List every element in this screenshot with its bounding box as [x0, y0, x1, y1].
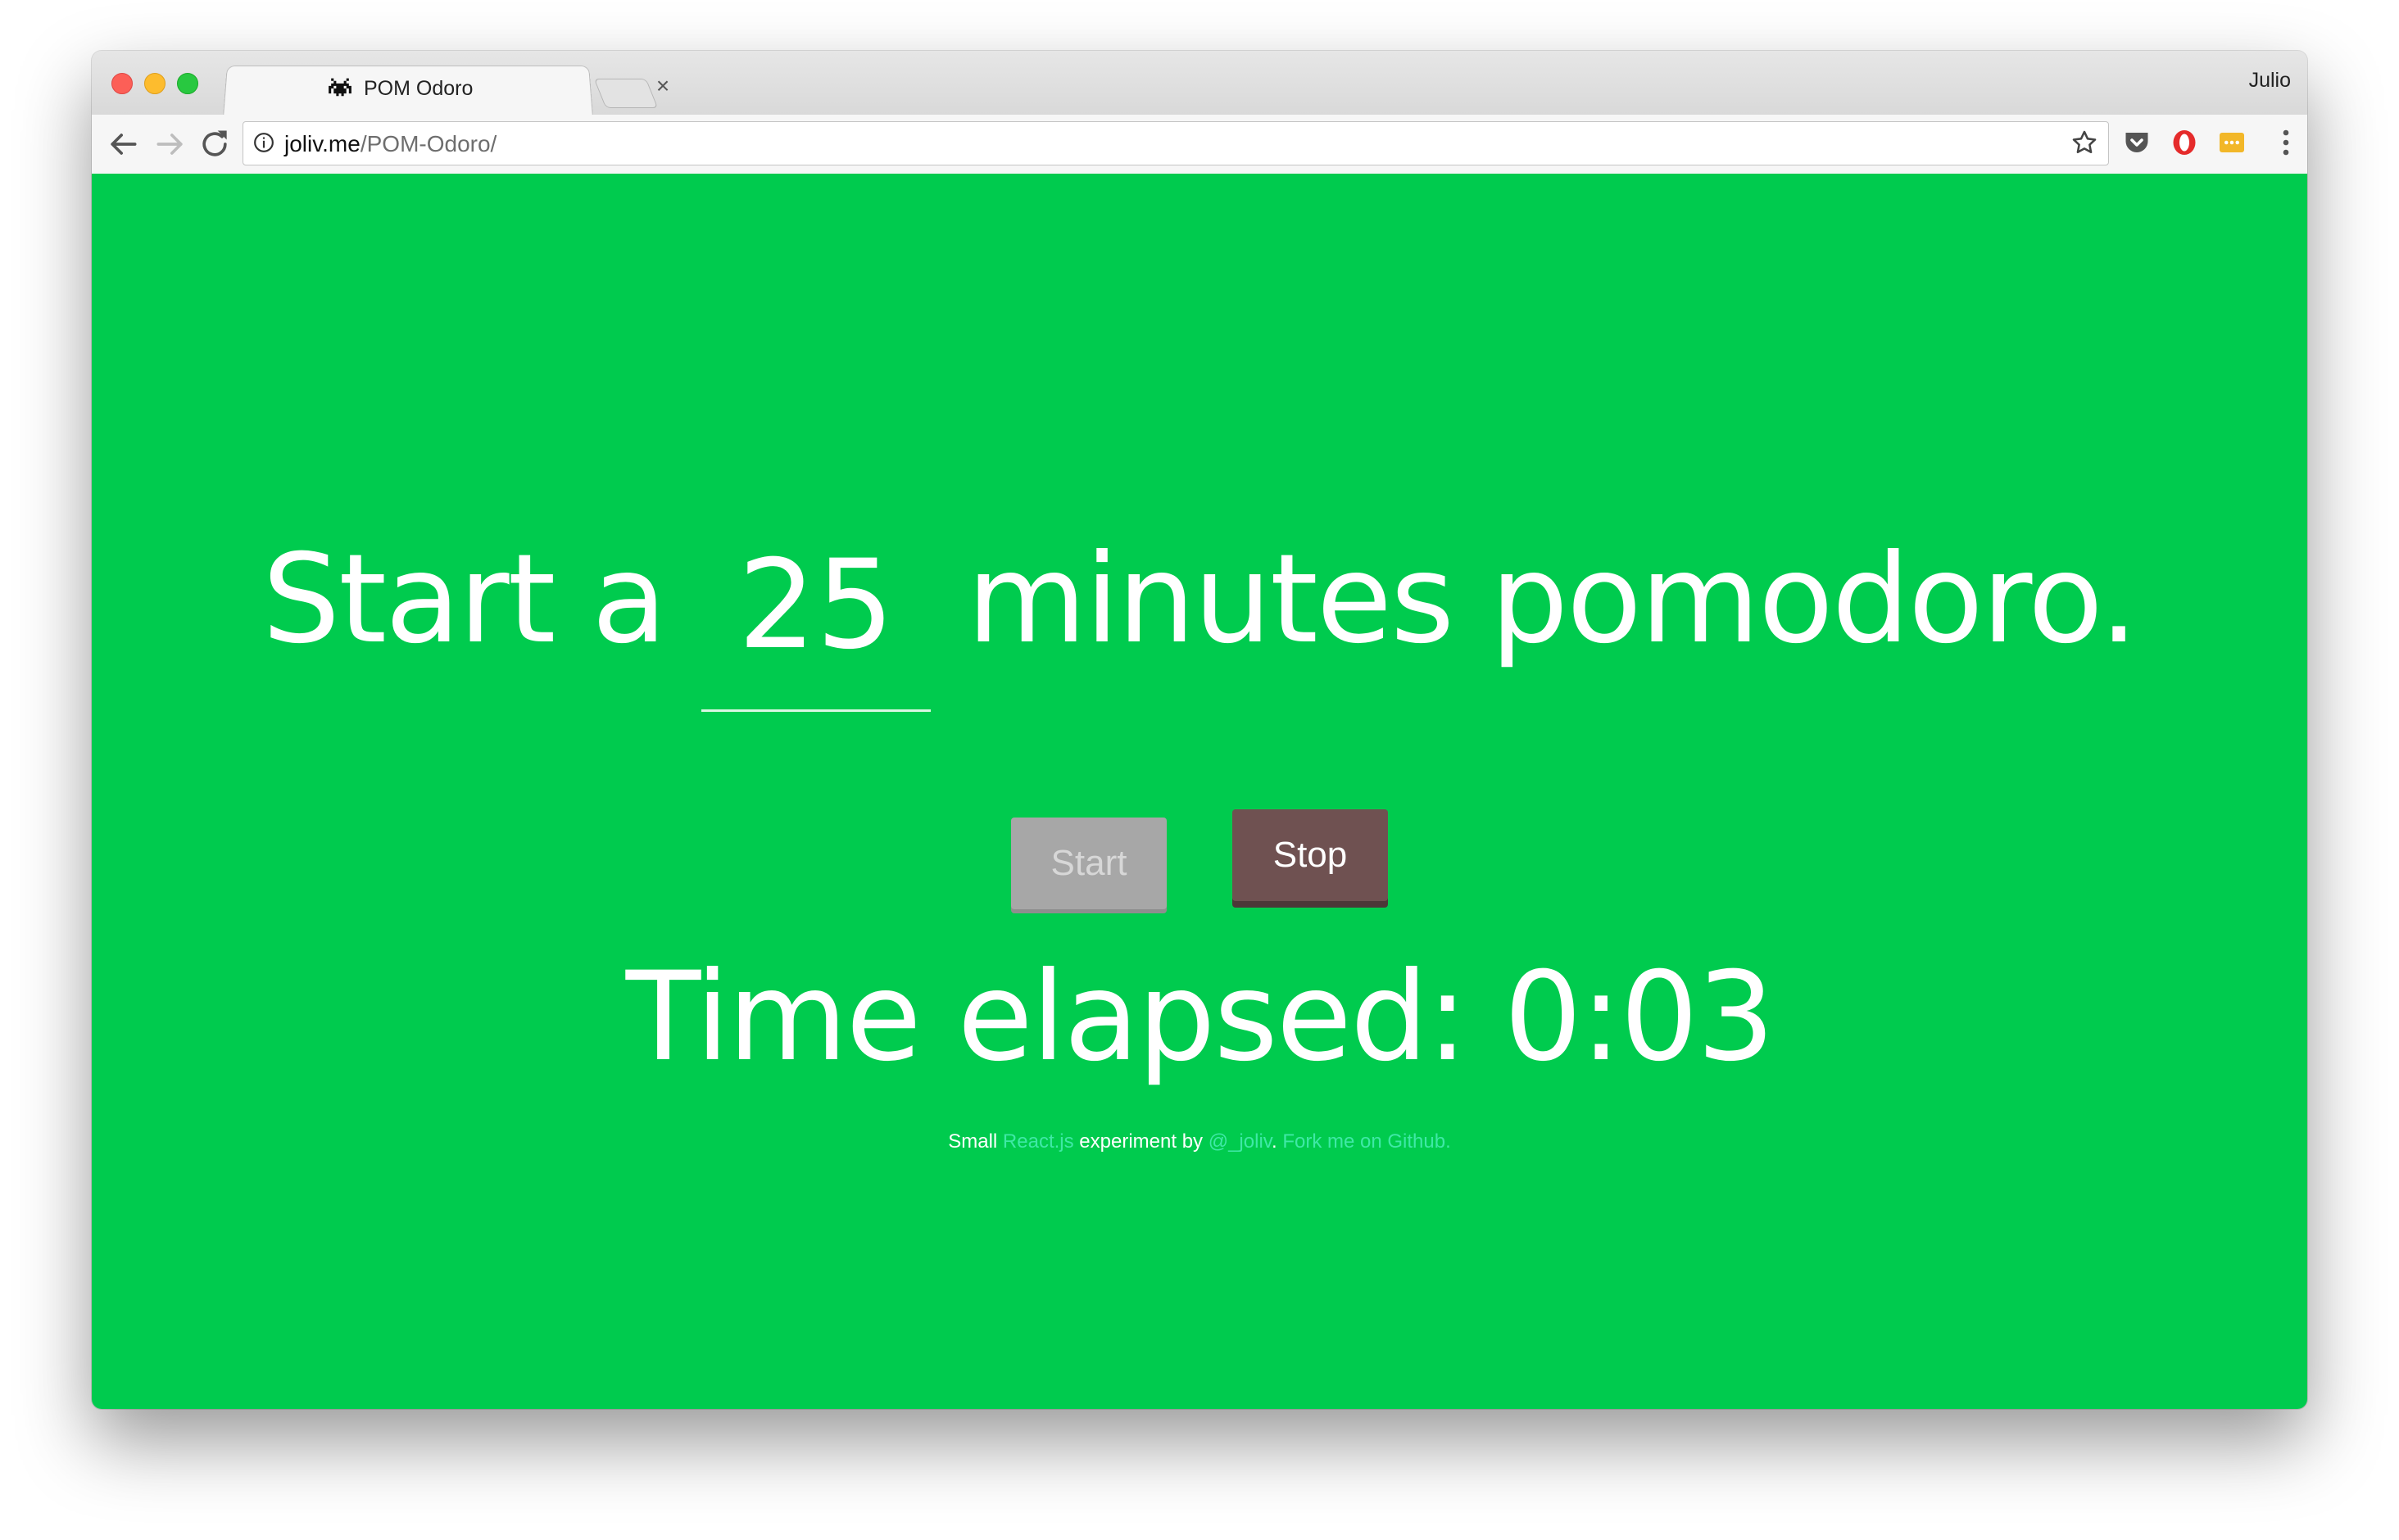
- time-elapsed-value: 0:03: [1503, 946, 1775, 1089]
- maximize-window-button[interactable]: [177, 73, 198, 94]
- bookmark-star-icon[interactable]: [2070, 129, 2098, 156]
- profile-name[interactable]: Julio: [2249, 69, 2291, 93]
- back-arrow-icon[interactable]: [105, 126, 141, 162]
- opera-extension-icon[interactable]: [2170, 128, 2199, 157]
- tab-close-icon[interactable]: ×: [652, 74, 673, 98]
- time-elapsed-label: Time elapsed:: [625, 946, 1468, 1089]
- forward-arrow-icon[interactable]: [152, 126, 188, 162]
- react-link[interactable]: React.js: [1003, 1130, 1074, 1153]
- pocket-extension-icon[interactable]: [2122, 128, 2152, 157]
- title-bar: POM Odoro × Julio: [92, 51, 2307, 117]
- minimize-window-button[interactable]: [144, 73, 166, 94]
- kebab-menu-icon[interactable]: [2281, 128, 2291, 157]
- headline: Start aminutes pomodoro.: [92, 534, 2307, 712]
- github-fork-link[interactable]: Fork me on Github.: [1282, 1130, 1450, 1153]
- browser-window: POM Odoro × Julio joliv.me/POM-Odoro/ St…: [92, 51, 2307, 1409]
- stop-button[interactable]: Stop: [1232, 809, 1388, 901]
- browser-toolbar: joliv.me/POM-Odoro/: [92, 115, 2307, 174]
- reload-icon[interactable]: [197, 126, 233, 162]
- credits-small: Small: [948, 1130, 998, 1153]
- minutes-input[interactable]: [701, 534, 932, 712]
- address-bar[interactable]: joliv.me/POM-Odoro/: [243, 121, 2109, 165]
- credits-experiment-by: experiment by: [1079, 1130, 1204, 1153]
- tab-title: POM Odoro: [364, 77, 474, 100]
- info-icon[interactable]: [253, 132, 274, 153]
- url-text[interactable]: joliv.me/POM-Odoro/: [284, 131, 497, 157]
- ellipsis-extension-icon[interactable]: [2217, 128, 2247, 157]
- start-button[interactable]: Start: [1011, 818, 1167, 909]
- headline-suffix: minutes pomodoro.: [967, 528, 2138, 671]
- credits-separator: .: [1272, 1130, 1277, 1153]
- author-link[interactable]: @_joliv: [1209, 1130, 1272, 1153]
- pomodoro-page: Start aminutes pomodoro. Start Stop Time…: [92, 174, 2307, 1409]
- headline-prefix: Start a: [262, 528, 667, 671]
- close-window-button[interactable]: [111, 73, 133, 94]
- credits-footer: Small React.js experiment by @_joliv. Fo…: [92, 1130, 2307, 1153]
- url-host: joliv.me: [284, 131, 361, 156]
- time-elapsed: Time elapsed: 0:03: [92, 944, 2307, 1091]
- url-path: /POM-Odoro/: [360, 131, 497, 156]
- space-invader-icon: [329, 78, 351, 97]
